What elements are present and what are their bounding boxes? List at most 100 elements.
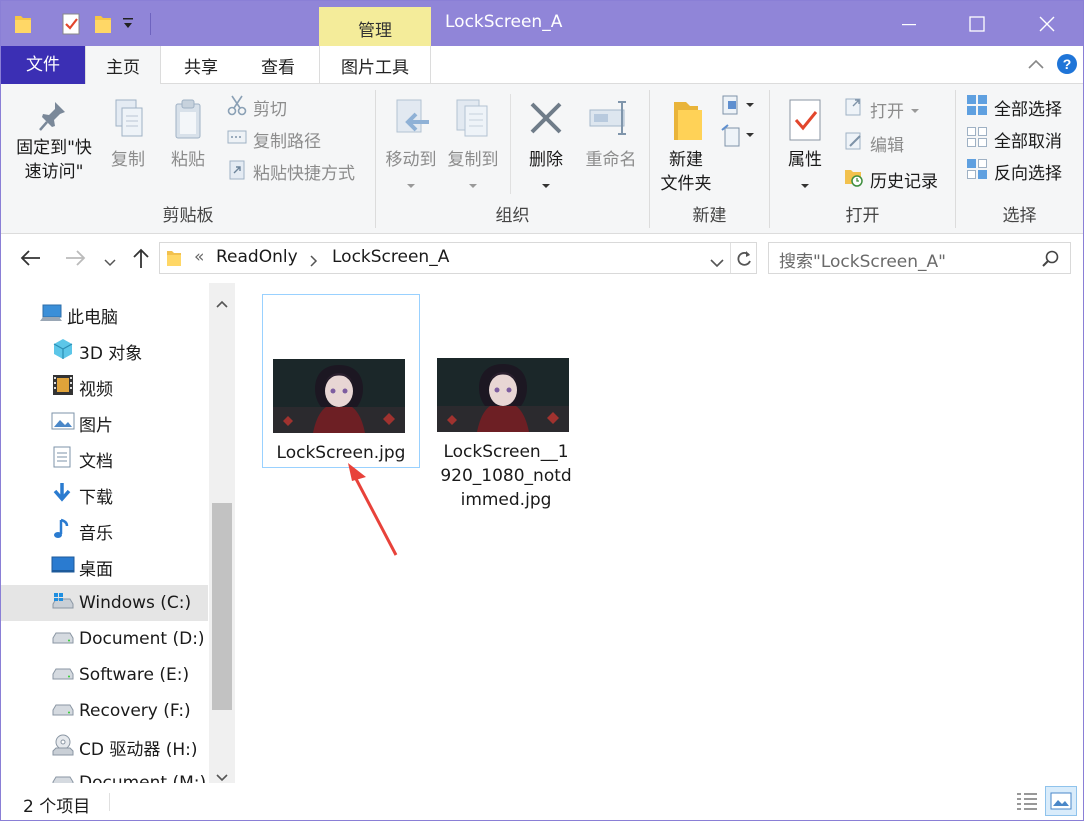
- nav-item-document-d[interactable]: Document (D:): [1, 621, 208, 657]
- nav-item-documents[interactable]: 文档: [1, 441, 208, 477]
- annotation-arrow: [348, 463, 398, 556]
- properties-label: 属性: [788, 150, 822, 170]
- customize-quick-access-icon[interactable]: [121, 15, 135, 41]
- svg-text:?: ?: [1063, 56, 1072, 72]
- pin-quick-access-button[interactable]: 固定到"快 速访问": [9, 98, 99, 184]
- documents-icon: [51, 445, 79, 474]
- nav-item-label: 桌面: [79, 559, 113, 580]
- select-group-label: 选择: [1002, 206, 1037, 226]
- nav-item-desktop[interactable]: 桌面: [1, 549, 208, 585]
- copy-path-icon: [227, 128, 247, 151]
- nav-item-downloads[interactable]: 下载: [1, 477, 208, 513]
- refresh-icon[interactable]: [734, 249, 754, 274]
- properties-button[interactable]: 属性: [778, 98, 832, 188]
- breadcrumb-readonly[interactable]: ReadOnly: [216, 247, 298, 267]
- back-arrow-icon[interactable]: [19, 248, 41, 273]
- new-folder-quick-icon[interactable]: [93, 11, 113, 37]
- minimize-button[interactable]: [875, 1, 943, 46]
- tab-file[interactable]: 文件: [1, 46, 85, 84]
- large-icons-view-icon[interactable]: [1045, 786, 1077, 816]
- nav-item-this-pc[interactable]: 此电脑: [1, 297, 208, 333]
- up-arrow-icon[interactable]: [132, 247, 150, 274]
- scrollbar-thumb[interactable]: [212, 503, 232, 710]
- file-item-lockscreen-1920[interactable]: LockScreen__1 920_1080_notd immed.jpg: [427, 294, 585, 514]
- navigation-scrollbar[interactable]: [209, 283, 235, 783]
- drive-icon: [51, 662, 79, 689]
- nav-item-windows-c[interactable]: Windows (C:): [1, 585, 208, 621]
- nav-item-cd-drive-h[interactable]: CD 驱动器 (H:): [1, 729, 208, 765]
- select-none-button[interactable]: 全部取消: [966, 126, 1062, 152]
- copy-button[interactable]: 复制: [103, 98, 153, 172]
- file-item-lockscreen[interactable]: LockScreen.jpg: [262, 294, 420, 468]
- properties-quick-icon[interactable]: [61, 11, 81, 37]
- tab-manage[interactable]: 管理: [319, 7, 431, 46]
- invert-selection-button[interactable]: 反向选择: [966, 158, 1062, 184]
- nav-item-label: 此电脑: [67, 307, 118, 328]
- delete-button[interactable]: 删除: [520, 98, 572, 188]
- edit-button[interactable]: 编辑: [844, 130, 904, 156]
- paste-shortcut-button[interactable]: 粘贴快捷方式: [227, 158, 355, 184]
- tab-picture-tools[interactable]: 图片工具: [319, 46, 431, 84]
- new-folder-label-line2: 文件夹: [660, 174, 712, 194]
- address-dropdown-icon[interactable]: [710, 254, 724, 274]
- select-group: 全部选择 全部取消 反向选择 选择: [956, 84, 1083, 232]
- nav-item-label: Document (M:): [79, 773, 207, 783]
- nav-item-pictures[interactable]: 图片: [1, 405, 208, 441]
- help-icon[interactable]: ?: [1056, 53, 1078, 80]
- invert-selection-label: 反向选择: [994, 163, 1062, 184]
- collapse-ribbon-icon[interactable]: [1027, 56, 1045, 76]
- forward-arrow-icon[interactable]: [65, 248, 87, 273]
- delete-label: 删除: [529, 150, 563, 170]
- nav-item-recovery-f[interactable]: Recovery (F:): [1, 693, 208, 729]
- breadcrumb-lockscreen-a[interactable]: LockScreen_A: [332, 247, 449, 267]
- breadcrumb-overflow[interactable]: «: [194, 247, 204, 267]
- tab-home[interactable]: 主页: [85, 46, 161, 85]
- navigation-bar: « ReadOnly LockScreen_A 搜索"LockScreen_A": [1, 235, 1083, 283]
- breadcrumb-chevron-icon[interactable]: [310, 252, 318, 272]
- cut-button[interactable]: 剪切: [227, 94, 287, 120]
- select-all-button[interactable]: 全部选择: [966, 94, 1062, 120]
- new-folder-button[interactable]: 新建 文件夹: [654, 98, 718, 196]
- new-folder-label-line1: 新建: [669, 150, 703, 170]
- nav-item-software-e[interactable]: Software (E:): [1, 657, 208, 693]
- scissors-icon: [227, 94, 247, 121]
- address-separator: [730, 243, 731, 273]
- details-view-icon[interactable]: [1015, 789, 1039, 818]
- ribbon-tabs: 文件 主页 共享 查看 图片工具 ?: [1, 46, 1083, 85]
- scroll-down-icon[interactable]: [216, 767, 228, 783]
- nav-item-3d-objects[interactable]: 3D 对象: [1, 333, 208, 369]
- tab-share[interactable]: 共享: [165, 46, 237, 84]
- history-button[interactable]: 历史记录: [844, 166, 938, 192]
- paste-button[interactable]: 粘贴: [163, 98, 213, 172]
- nav-item-label: 视频: [79, 379, 113, 400]
- copy-path-button[interactable]: 复制路径: [227, 126, 321, 152]
- search-box[interactable]: 搜索"LockScreen_A": [768, 242, 1071, 274]
- scroll-up-icon[interactable]: [216, 293, 228, 313]
- lockscreen-thumbnail: [273, 359, 405, 433]
- address-bar[interactable]: « ReadOnly LockScreen_A: [159, 242, 757, 274]
- close-button[interactable]: [1013, 1, 1081, 46]
- copy-to-button[interactable]: 复制到: [444, 98, 502, 188]
- nav-item-label: 3D 对象: [79, 343, 143, 364]
- paste-label: 粘贴: [171, 150, 205, 170]
- easy-access-button[interactable]: [720, 124, 756, 153]
- nav-item-document-m[interactable]: Document (M:): [1, 765, 208, 783]
- move-to-label: 移动到: [385, 150, 437, 170]
- select-all-icon: [966, 94, 988, 121]
- rename-label: 重命名: [585, 150, 637, 170]
- nav-item-videos[interactable]: 视频: [1, 369, 208, 405]
- nav-item-music[interactable]: 音乐: [1, 513, 208, 549]
- copy-path-label: 复制路径: [253, 131, 321, 152]
- clipboard-group-label: 剪贴板: [162, 206, 214, 226]
- maximize-button[interactable]: [943, 1, 1011, 46]
- invert-selection-icon: [966, 158, 988, 185]
- search-icon[interactable]: [1041, 249, 1061, 274]
- move-to-button[interactable]: 移动到: [382, 98, 440, 188]
- recent-locations-chevron-icon[interactable]: [104, 253, 116, 273]
- new-item-button[interactable]: [720, 94, 756, 121]
- file-name: LockScreen__1 920_1080_notd immed.jpg: [427, 440, 585, 512]
- rename-button[interactable]: 重命名: [578, 98, 644, 172]
- tab-view[interactable]: 查看: [241, 46, 315, 84]
- lockscreen-1920-thumbnail: [437, 358, 569, 432]
- open-button[interactable]: 打开: [844, 96, 920, 122]
